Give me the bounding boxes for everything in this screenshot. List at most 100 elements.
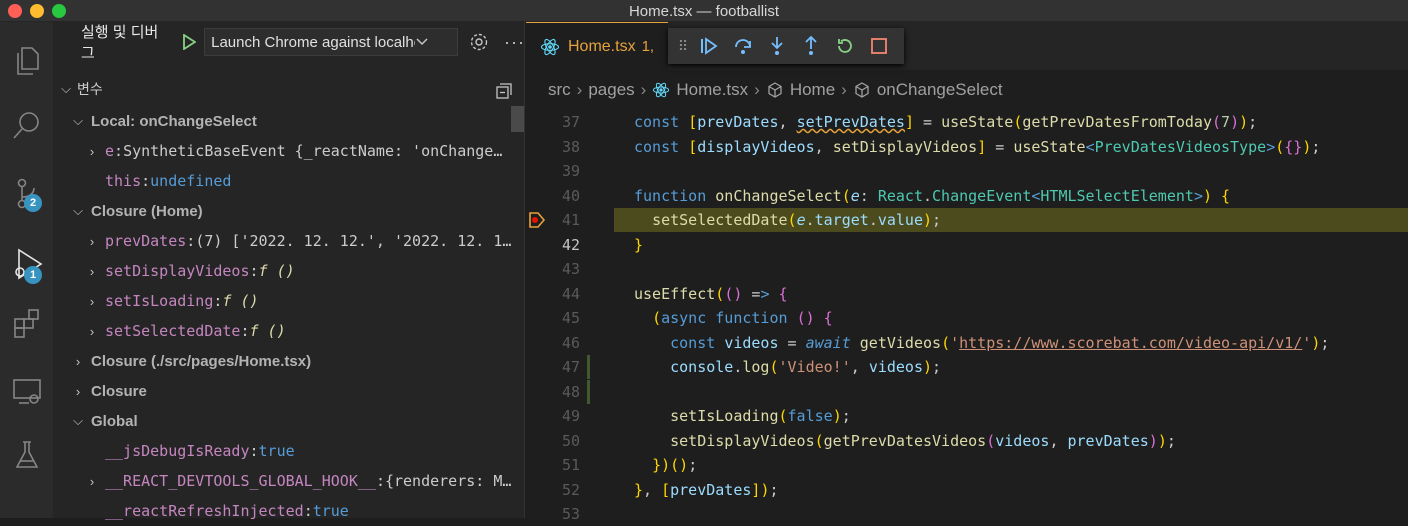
chevron-right-icon: › <box>89 473 95 489</box>
start-debugging-icon[interactable] <box>182 34 197 50</box>
gear-icon[interactable] <box>468 31 490 53</box>
code-line[interactable]: 44 useEffect(() => { <box>526 282 1408 306</box>
variable-row[interactable]: › setSelectedDate: f () <box>53 316 513 346</box>
breadcrumb-separator-icon: › <box>576 80 583 99</box>
breadcrumb-file[interactable]: Home.tsx <box>676 80 748 100</box>
breadcrumb-separator-icon: › <box>640 80 647 99</box>
tab-label: Home.tsx <box>568 37 636 55</box>
step-out-button[interactable] <box>794 28 828 64</box>
variable-row[interactable]: › __REACT_DEVTOOLS_GLOBAL_HOOK__: {render… <box>53 466 513 496</box>
breadcrumb-component[interactable]: Home <box>790 80 835 100</box>
chevron-down-icon: ⌵ <box>73 113 83 128</box>
collapse-all-icon[interactable] <box>495 82 513 100</box>
line-number: 53 <box>561 505 580 523</box>
more-actions-icon[interactable]: ··· <box>504 32 525 53</box>
code-text: (async function () { <box>652 309 833 327</box>
source-control-button[interactable]: 2 <box>0 168 53 218</box>
variables-header[interactable]: ⌵ 변수 <box>59 76 519 102</box>
variable-value: SyntheticBaseEvent {_reactName: 'onChang… <box>123 142 503 160</box>
colon: : <box>303 502 313 520</box>
scope-section[interactable]: › Closure <box>53 376 513 406</box>
git-change-indicator <box>587 379 590 404</box>
colon: : <box>141 172 151 190</box>
chevron-down-icon: ⌵ <box>73 413 83 428</box>
code-line[interactable]: 49 setIsLoading(false); <box>526 404 1408 428</box>
chevron-right-icon: › <box>89 263 95 279</box>
code-line[interactable]: 46 const videos = await getVideos('https… <box>526 331 1408 355</box>
variable-row[interactable]: › setDisplayVideos: f () <box>53 256 513 286</box>
remote-explorer-button[interactable] <box>0 366 53 416</box>
code-line[interactable]: 53 <box>526 502 1408 526</box>
code-text: setDisplayVideos(getPrevDatesVideos(vide… <box>670 431 1176 450</box>
step-over-button[interactable] <box>726 28 760 64</box>
scope-section[interactable]: ⌵ Closure (Home) <box>53 196 513 226</box>
stop-icon <box>871 38 887 54</box>
code-line[interactable]: 39 <box>526 159 1408 183</box>
symbol-cube-icon <box>855 82 869 98</box>
testing-button[interactable] <box>0 430 53 480</box>
chevron-down-icon: ⌵ <box>73 203 83 218</box>
search-icon <box>12 112 39 139</box>
step-into-icon <box>771 37 783 55</box>
line-number: 44 <box>561 284 580 303</box>
variable-row[interactable]: this: undefined <box>53 166 513 196</box>
run-debug-button[interactable]: 1 <box>0 240 53 290</box>
breadcrumb-src[interactable]: src <box>548 80 571 100</box>
scope-section[interactable]: ⌵ Local: onChangeSelect <box>53 106 513 136</box>
code-line[interactable]: 38 const [displayVideos, setDisplayVideos… <box>526 135 1408 159</box>
code-text: setIsLoading(false); <box>670 407 851 425</box>
line-number: 46 <box>561 333 580 352</box>
code-text: const [displayVideos, setDisplayVideos] … <box>634 137 1321 156</box>
symbol-cube-icon <box>768 82 782 98</box>
code-line[interactable]: 51 })(); <box>526 453 1408 477</box>
colon: : <box>249 442 259 460</box>
variable-row[interactable]: › prevDates: (7) ['2022. 12. 12.', '2022.… <box>53 226 513 256</box>
tab-home-tsx[interactable]: Home.tsx 1, <box>526 22 668 70</box>
line-number: 38 <box>561 137 580 156</box>
code-line[interactable]: 47 console.log('Video!', videos); <box>526 355 1408 379</box>
code-line[interactable]: 37 const [prevDates, setPrevDates] = useS… <box>526 110 1408 134</box>
extensions-icon <box>13 309 39 338</box>
scope-section[interactable]: › Closure (./src/pages/Home.tsx) <box>53 346 513 376</box>
code-line[interactable]: 41 setSelectedDate(e.target.value); <box>526 208 1408 232</box>
scope-section[interactable]: ⌵ Global <box>53 406 513 436</box>
code-line[interactable]: 43 <box>526 257 1408 281</box>
source-control-badge: 2 <box>24 194 42 212</box>
line-number: 45 <box>561 309 580 327</box>
variable-name: setIsLoading <box>105 292 214 310</box>
stop-button[interactable] <box>862 28 896 64</box>
search-button[interactable] <box>0 100 53 150</box>
launch-config-select[interactable]: Launch Chrome against localhost <box>204 28 459 56</box>
code-line[interactable]: 52}, [prevDates]); <box>526 478 1408 502</box>
variable-value: true <box>258 442 295 460</box>
variable-row[interactable]: __jsDebugIsReady: true <box>53 436 513 466</box>
chevron-right-icon: › <box>89 143 95 159</box>
scope-label: Closure (Home) <box>91 202 203 220</box>
line-number: 47 <box>561 358 580 376</box>
code-line[interactable]: 45 (async function () { <box>526 306 1408 330</box>
extensions-button[interactable] <box>0 298 53 348</box>
variable-name: __REACT_DEVTOOLS_GLOBAL_HOOK__ <box>105 472 376 490</box>
paused-breakpoint-icon[interactable] <box>528 211 546 229</box>
drag-handle-icon[interactable]: ⠿ <box>674 38 692 55</box>
variable-row[interactable]: › e: SyntheticBaseEvent {_reactName: 'onC… <box>53 136 513 166</box>
editor-tabs: Home.tsx 1, ⠿ <box>526 22 1408 70</box>
code-line[interactable]: 48 <box>526 380 1408 404</box>
variable-row[interactable]: __reactRefreshInjected: true <box>53 496 513 526</box>
breadcrumb-pages[interactable]: pages <box>588 80 634 100</box>
explorer-button[interactable] <box>0 36 53 86</box>
variable-name: e <box>105 142 115 160</box>
code-line[interactable]: 40 function onChangeSelect(e: React.Chang… <box>526 184 1408 208</box>
code-line[interactable]: 50 setDisplayVideos(getPrevDatesVideos(v… <box>526 429 1408 453</box>
variable-value: (7) ['2022. 12. 12.', '2022. 12. 1… <box>195 232 512 250</box>
step-into-button[interactable] <box>760 28 794 64</box>
code-line[interactable]: 42} <box>526 233 1408 257</box>
breadcrumb-function[interactable]: onChangeSelect <box>877 80 1003 100</box>
continue-button[interactable] <box>692 28 726 64</box>
line-number: 39 <box>561 162 580 180</box>
variable-value: f () <box>258 262 295 280</box>
variable-row[interactable]: › setIsLoading: f () <box>53 286 513 316</box>
restart-button[interactable] <box>828 28 862 64</box>
testing-icon <box>15 441 38 468</box>
chevron-right-icon: › <box>89 293 95 309</box>
